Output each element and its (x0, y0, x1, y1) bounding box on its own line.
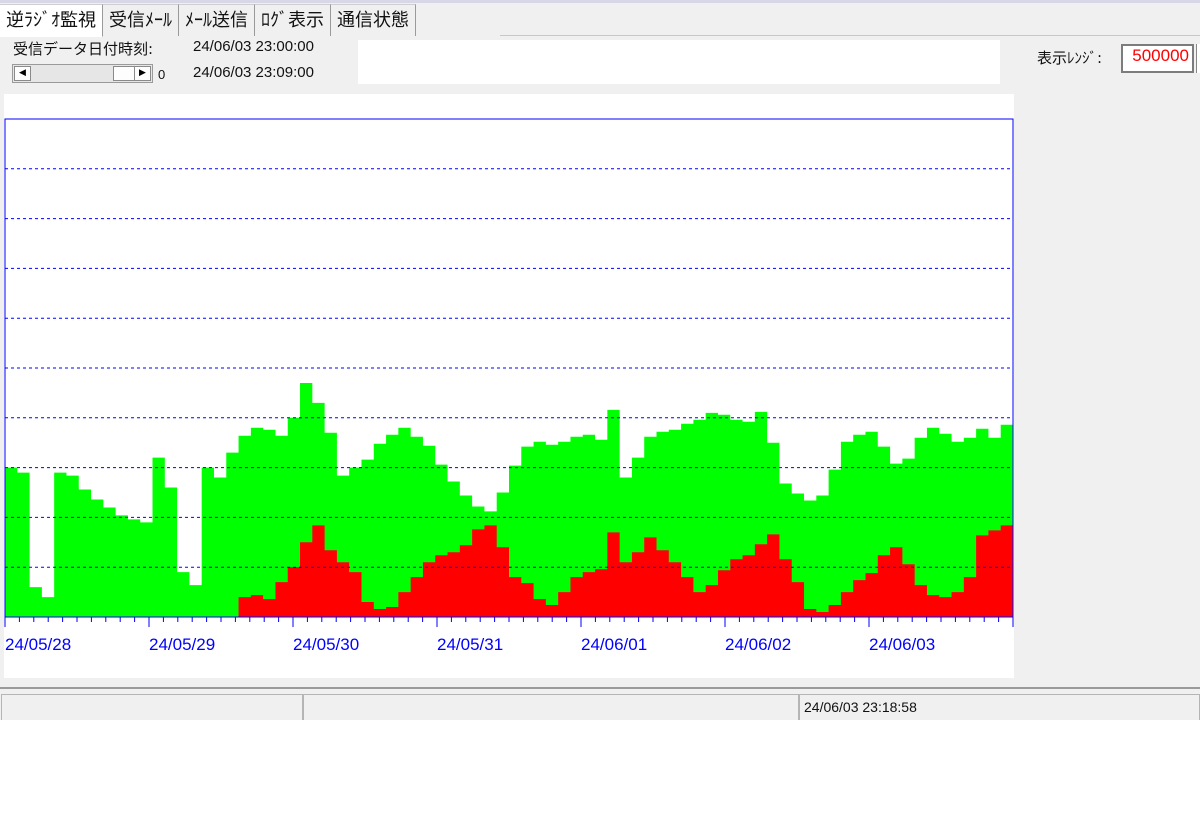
window-top-border (0, 0, 1200, 3)
traffic-chart: 24/05/28 24/05/29 24/05/30 24/05/31 24/06/01… (4, 94, 1014, 678)
arrow-left-icon: ◀ (19, 68, 26, 78)
status-bar: 24/06/03 23:18:58 (0, 687, 1200, 720)
tab-send-mail[interactable]: ﾒｰﾙ送信 (179, 4, 255, 36)
received-time-to: 24/06/03 23:09:00 (193, 64, 314, 81)
x-tick-label: 24/06/01 (581, 635, 647, 654)
received-datetime-label: 受信データ日付時刻: (13, 40, 154, 58)
scroll-right-button[interactable]: ▶ (134, 66, 151, 81)
arrow-right-icon: ▶ (139, 68, 146, 78)
tab-received-mail[interactable]: 受信ﾒｰﾙ (103, 4, 179, 36)
scroll-thumb[interactable] (113, 66, 135, 81)
app-window: 逆ﾗｼﾞｵ監視 受信ﾒｰﾙ ﾒｰﾙ送信 ﾛｸﾞ表示 通信状態 受信データ日付時刻… (0, 0, 1200, 720)
time-scrollbar[interactable]: ◀ ▶ (12, 64, 153, 83)
chart-area: 24/05/28 24/05/29 24/05/30 24/05/31 24/06/01… (4, 94, 1014, 678)
display-range-input[interactable]: 500000 (1121, 44, 1194, 73)
status-datetime: 24/06/03 23:18:58 (799, 694, 1200, 720)
tab-log-view[interactable]: ﾛｸﾞ表示 (255, 4, 331, 36)
status-panel-1 (1, 694, 303, 720)
x-tick-label: 24/06/03 (869, 635, 935, 654)
scroll-left-button[interactable]: ◀ (14, 66, 31, 81)
x-tick-label: 24/06/02 (725, 635, 791, 654)
x-tick-label: 24/05/30 (293, 635, 359, 654)
status-panel-2 (303, 694, 799, 720)
tab-bar: 逆ﾗｼﾞｵ監視 受信ﾒｰﾙ ﾒｰﾙ送信 ﾛｸﾞ表示 通信状態 (0, 4, 416, 37)
x-tick-label: 24/05/29 (149, 635, 215, 654)
info-panel (358, 40, 1000, 84)
received-time-from: 24/06/03 23:00:00 (193, 38, 314, 55)
x-tick-label: 24/05/28 (5, 635, 71, 654)
display-range-label: 表示ﾚﾝｼﾞ: (1037, 49, 1103, 67)
tabbar-divider (500, 35, 1200, 36)
range-spin-edge[interactable] (1196, 44, 1200, 73)
x-tick-label: 24/05/31 (437, 635, 503, 654)
tab-connection-status[interactable]: 通信状態 (331, 4, 416, 36)
tab-reverse-radio-monitor[interactable]: 逆ﾗｼﾞｵ監視 (0, 4, 103, 37)
scroll-value: 0 (158, 67, 166, 82)
